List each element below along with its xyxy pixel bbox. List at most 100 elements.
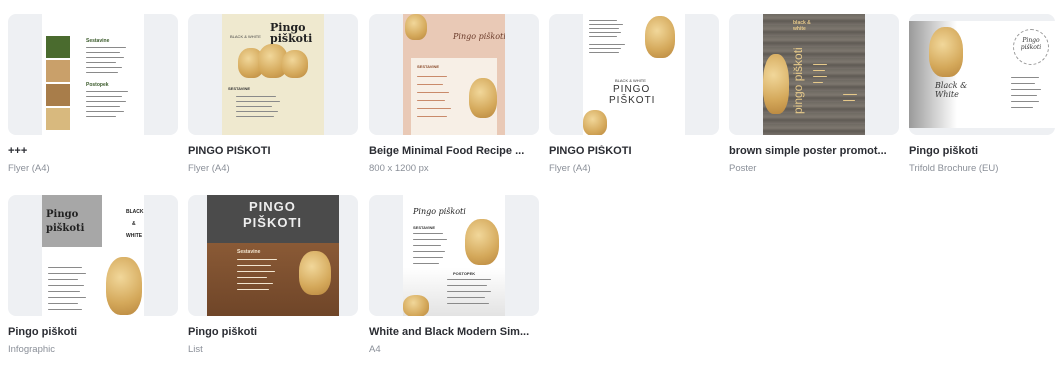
text-line: [236, 96, 276, 97]
text-line: [413, 251, 445, 252]
cookie-image: [763, 54, 789, 114]
text-line: [86, 67, 122, 68]
text-line: [86, 111, 124, 112]
text-line: [1011, 107, 1033, 108]
page-preview: Pingo piškoti BLACK & WHITE: [42, 195, 144, 316]
design-title[interactable]: brown simple poster promot...: [729, 145, 897, 157]
text-line: [413, 257, 443, 258]
text-line: [589, 44, 625, 45]
text-line: [813, 64, 827, 65]
design-title[interactable]: White and Black Modern Sim...: [369, 326, 537, 338]
design-card[interactable]: Sestavine Postopek +++ Flyer (A4): [8, 14, 178, 184]
preview-section: Sestavine: [237, 249, 261, 255]
preview-title: pingo piškoti: [791, 47, 805, 114]
design-title[interactable]: PINGO PIŠKOTI: [188, 145, 356, 157]
design-title[interactable]: Beige Minimal Food Recipe ...: [369, 145, 537, 157]
text-line: [237, 271, 275, 272]
text-line: [48, 291, 80, 292]
design-thumbnail[interactable]: PINGO PIŠKOTI Sestavine: [188, 195, 358, 316]
cookie-image: [299, 251, 331, 295]
preview-subtitle: BLACK & WHITE: [615, 78, 646, 83]
design-card[interactable]: Pingo piškoti SESTAVINE Beige Minimal Fo…: [369, 14, 539, 184]
preview-section: SESTAVINE: [417, 64, 440, 69]
design-title[interactable]: Pingo piškoti: [909, 145, 1055, 157]
design-type: Trifold Brochure (EU): [909, 163, 999, 174]
text-line: [589, 36, 617, 37]
cookie-image: [106, 257, 142, 315]
cookie-image: [405, 14, 427, 40]
design-type: List: [188, 344, 203, 355]
text-line: [237, 259, 277, 260]
design-card[interactable]: black & white pingo piškoti brown simple…: [729, 14, 899, 184]
text-line: [48, 309, 82, 310]
preview-title: PIŠKOTI: [243, 215, 303, 230]
page-preview: Sestavine Postopek: [42, 14, 144, 135]
design-card[interactable]: Black & White Pingo piškoti Pingo piškot…: [909, 14, 1055, 184]
text-line: [413, 239, 447, 240]
food-photo: [46, 84, 70, 106]
page-preview: PINGO PIŠKOTI Sestavine: [207, 195, 339, 316]
text-line: [417, 92, 449, 93]
text-line: [86, 57, 124, 58]
design-card[interactable]: Pingo piškoti BLACK & WHITE Pingo piškot…: [8, 195, 178, 365]
preview-subtitle: WHITE: [126, 233, 143, 239]
cookie-image: [469, 78, 497, 118]
design-type: Poster: [729, 163, 757, 174]
text-line: [413, 245, 441, 246]
cookie-image: [929, 27, 963, 77]
text-line: [48, 303, 78, 304]
design-thumbnail[interactable]: BLACK & WHITE PINGO PIŠKOTI: [549, 14, 719, 135]
text-line: [447, 279, 491, 280]
design-title[interactable]: Pingo piškoti: [188, 326, 356, 338]
text-line: [237, 265, 271, 266]
food-photo: [46, 36, 70, 58]
design-thumbnail[interactable]: black & white pingo piškoti: [729, 14, 899, 135]
design-card[interactable]: BLACK & WHITE PINGO PIŠKOTI PINGO PIŠKOT…: [549, 14, 719, 184]
design-card[interactable]: PINGO PIŠKOTI Sestavine Pingo piškoti Li…: [188, 195, 358, 365]
design-thumbnail[interactable]: Black & White Pingo piškoti: [909, 14, 1055, 135]
design-type: Infographic: [8, 344, 56, 355]
text-line: [86, 62, 116, 63]
preview-section: SESTAVINE: [228, 86, 251, 91]
page-preview: Black & White Pingo piškoti: [909, 21, 1055, 128]
preview-subtitle: BLACK: [126, 209, 144, 215]
preview-title: Pingo piškoti: [270, 21, 313, 45]
page-preview: Pingo piškoti BLACK & WHITE SESTAVINE: [222, 14, 324, 135]
preview-subtitle: &: [132, 221, 136, 227]
text-line: [1011, 89, 1041, 90]
design-thumbnail[interactable]: Pingo piškoti SESTAVINE: [369, 14, 539, 135]
preview-title: piškoti: [46, 223, 85, 234]
text-line: [413, 263, 439, 264]
design-title[interactable]: +++: [8, 145, 176, 157]
text-line: [86, 72, 118, 73]
cookie-image: [282, 50, 308, 78]
design-thumbnail[interactable]: Pingo piškoti SESTAVINE POSTOPEK: [369, 195, 539, 316]
text-line: [236, 111, 278, 112]
design-type: 800 x 1200 px: [369, 163, 429, 174]
design-thumbnail[interactable]: Pingo piškoti BLACK & WHITE: [8, 195, 178, 316]
text-line: [86, 52, 120, 53]
text-line: [589, 24, 623, 25]
text-line: [1011, 101, 1039, 102]
preview-title: PINGO: [249, 199, 296, 214]
design-title[interactable]: Pingo piškoti: [8, 326, 176, 338]
design-title[interactable]: PINGO PIŠKOTI: [549, 145, 717, 157]
text-line: [86, 116, 116, 117]
text-line: [236, 101, 280, 102]
text-line: [86, 91, 128, 92]
text-line: [48, 279, 78, 280]
text-line: [813, 76, 827, 77]
text-line: [417, 116, 447, 117]
text-line: [1011, 95, 1037, 96]
design-thumbnail[interactable]: Pingo piškoti BLACK & WHITE SESTAVINE: [188, 14, 358, 135]
preview-title: PINGO: [613, 84, 651, 95]
designs-grid: Sestavine Postopek +++ Flyer (A4) Pingo …: [0, 0, 1055, 356]
text-line: [843, 94, 857, 95]
text-line: [417, 108, 451, 109]
design-card[interactable]: Pingo piškoti SESTAVINE POSTOPEK White a…: [369, 195, 539, 365]
text-line: [813, 70, 825, 71]
text-line: [813, 82, 823, 83]
design-card[interactable]: Pingo piškoti BLACK & WHITE SESTAVINE PI…: [188, 14, 358, 184]
design-thumbnail[interactable]: Sestavine Postopek: [8, 14, 178, 135]
page-preview: Pingo piškoti SESTAVINE: [403, 14, 505, 135]
